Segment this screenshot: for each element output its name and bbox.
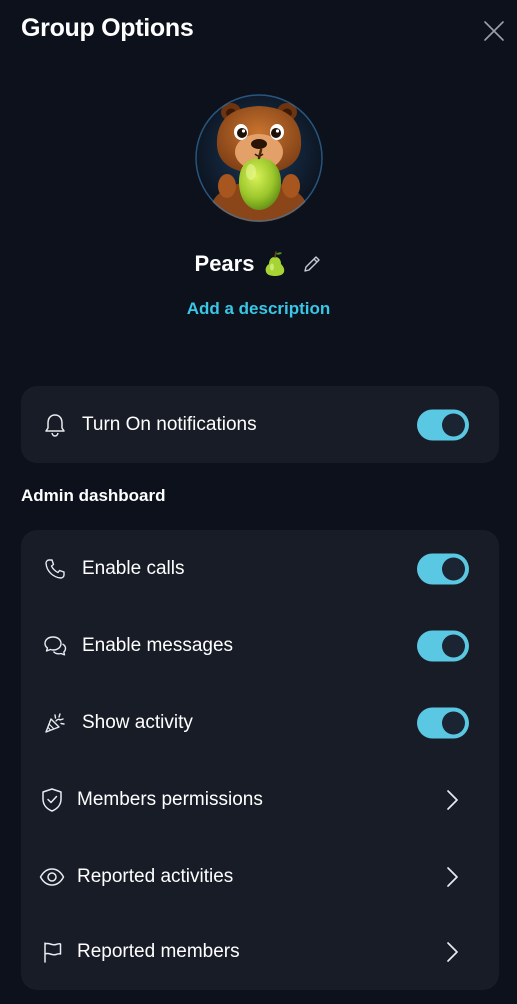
admin-dashboard-title: Admin dashboard	[21, 486, 166, 505]
close-button[interactable]	[480, 17, 508, 45]
shield-check-icon	[39, 787, 65, 813]
enable-messages-label: Enable messages	[82, 634, 234, 656]
toggle-knob	[442, 634, 465, 657]
pear-emoji-icon	[264, 251, 286, 277]
enable-messages-toggle[interactable]	[417, 630, 469, 661]
group-name: Pears	[194, 251, 255, 276]
bell-icon	[42, 412, 68, 438]
toggle-knob	[442, 711, 465, 734]
phone-icon	[42, 556, 68, 582]
chevron-right-icon[interactable]	[441, 787, 463, 813]
notifications-row[interactable]: Turn On notifications	[21, 386, 499, 463]
header-title: Group Options	[21, 14, 194, 42]
group-avatar[interactable]	[195, 94, 323, 222]
group-name-row: Pears	[0, 248, 517, 280]
enable-messages-row[interactable]: Enable messages	[21, 607, 499, 684]
close-icon[interactable]	[483, 20, 505, 42]
edit-name-button[interactable]	[302, 254, 322, 274]
reported-members-row[interactable]: Reported members	[21, 913, 499, 990]
pencil-icon[interactable]	[302, 254, 322, 274]
reported-activities-label: Reported activities	[77, 865, 234, 887]
enable-calls-row[interactable]: Enable calls	[21, 530, 499, 607]
chat-bubbles-icon	[42, 633, 68, 659]
add-description-link[interactable]: Add a description	[0, 299, 517, 319]
notifications-toggle[interactable]	[417, 409, 469, 440]
eye-icon	[39, 864, 65, 890]
show-activity-label: Show activity	[82, 711, 193, 733]
notifications-card: Turn On notifications	[21, 386, 499, 463]
party-popper-icon	[42, 710, 68, 736]
capybara-avatar-image	[195, 94, 323, 222]
members-permissions-label: Members permissions	[77, 788, 263, 810]
admin-dashboard-card: Enable calls Enable messages Show activi…	[21, 530, 499, 990]
enable-calls-toggle[interactable]	[417, 553, 469, 584]
enable-calls-label: Enable calls	[82, 557, 185, 579]
show-activity-toggle[interactable]	[417, 707, 469, 738]
reported-activities-row[interactable]: Reported activities	[21, 838, 499, 915]
members-permissions-row[interactable]: Members permissions	[21, 761, 499, 838]
reported-members-label: Reported members	[77, 940, 240, 962]
flag-icon	[39, 939, 65, 965]
chevron-right-icon[interactable]	[441, 864, 463, 890]
show-activity-row[interactable]: Show activity	[21, 684, 499, 761]
chevron-right-icon[interactable]	[441, 939, 463, 965]
notifications-label: Turn On notifications	[82, 413, 257, 435]
toggle-knob	[442, 413, 465, 436]
toggle-knob	[442, 557, 465, 580]
